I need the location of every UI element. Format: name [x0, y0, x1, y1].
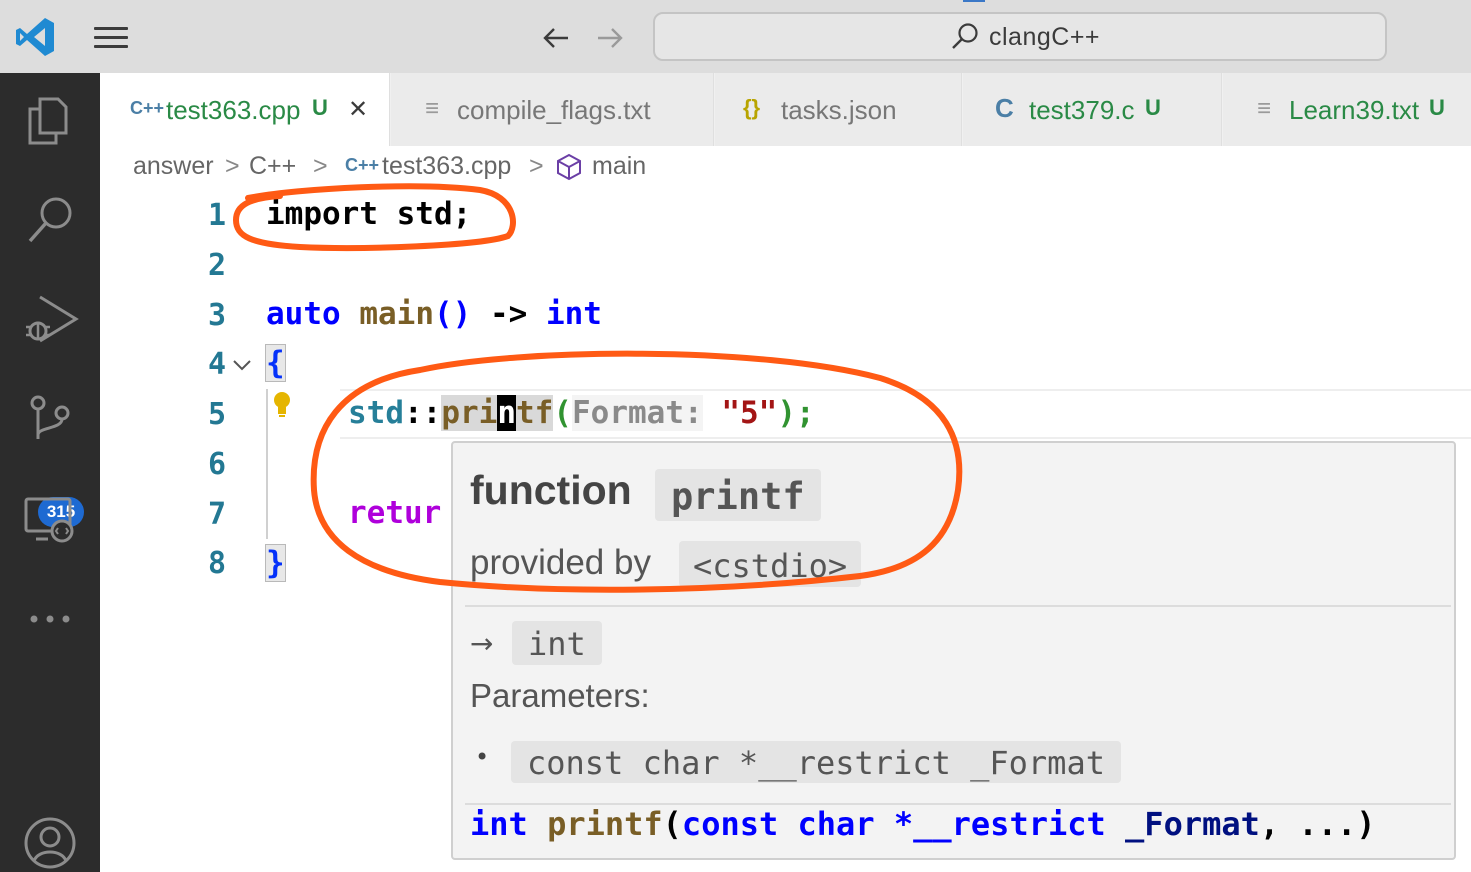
- account-icon[interactable]: [18, 811, 82, 872]
- tab-label: test363.cpp: [166, 95, 301, 125]
- code-line-7: retur: [348, 495, 442, 531]
- namespace: std: [348, 395, 404, 431]
- back-arrow-icon[interactable]: [536, 20, 576, 56]
- function-name: main: [359, 296, 434, 332]
- code-line-5: std::printf(Format: "5");: [348, 395, 815, 431]
- tab-test363-cpp[interactable]: C++ test363.cpp U ✕: [100, 73, 390, 146]
- string-literal: "5": [721, 395, 778, 431]
- tab-compile-flags-txt[interactable]: ≡ compile_flags.txt: [391, 73, 714, 146]
- line-number: 6: [207, 447, 226, 482]
- printf-part-b: tf: [516, 395, 554, 431]
- hover-divider: [465, 605, 1451, 607]
- line-number: 8: [207, 546, 226, 581]
- scope-operator: ::: [404, 395, 442, 431]
- hover-params-label: Parameters:: [470, 677, 650, 714]
- breadcrumb-item-file[interactable]: test363.cpp: [382, 152, 511, 181]
- param-bullet: •: [475, 743, 490, 771]
- lightbulb-icon[interactable]: [270, 390, 294, 420]
- sig-open-paren: (: [662, 805, 682, 843]
- fold-chevron-icon[interactable]: [232, 358, 252, 372]
- untracked-status: U: [1145, 95, 1161, 120]
- tab-label: test379.c: [1029, 95, 1135, 125]
- sig-function-name: printf: [547, 805, 663, 843]
- cpp-file-icon: C++: [130, 98, 165, 118]
- indent-guide: [266, 389, 268, 539]
- text-cursor: n: [497, 395, 516, 431]
- tab-label: compile_flags.txt: [457, 95, 651, 125]
- tab-test379-c[interactable]: C test379.c U: [963, 73, 1222, 146]
- sig-const: const: [681, 805, 779, 843]
- breadcrumb-separator: >: [529, 152, 544, 180]
- hover-provided-by: <cstdio>: [679, 541, 862, 587]
- search-icon: [952, 23, 978, 49]
- remote-explorer-icon[interactable]: [18, 487, 82, 551]
- symbol-method-icon: [557, 153, 581, 181]
- keyword-import: import: [266, 196, 378, 232]
- more-icon[interactable]: [18, 587, 82, 651]
- line-number: 4: [207, 347, 226, 382]
- forward-arrow-icon[interactable]: [590, 20, 630, 56]
- sig-arg: _Format: [1125, 805, 1260, 843]
- hover-signature: int printf(const char *__restrict _Forma…: [470, 805, 1375, 843]
- tab-learn39-txt[interactable]: ≡ Learn39.txt U: [1223, 73, 1471, 146]
- breadcrumb-separator: >: [225, 152, 240, 180]
- paren: (): [433, 296, 472, 332]
- tab-label: Learn39.txt: [1289, 95, 1420, 125]
- untracked-status: U: [1429, 95, 1445, 120]
- line-number: 1: [207, 198, 226, 233]
- vscode-logo-icon: [16, 18, 54, 56]
- sig-char: char: [797, 805, 875, 843]
- inlay-hint: Format:: [572, 395, 703, 431]
- c-file-icon: C: [995, 93, 1014, 123]
- close-brace: }: [265, 544, 286, 582]
- code-line-3: auto main() -> int: [266, 296, 602, 332]
- line-number: 7: [207, 497, 226, 532]
- title-bar: clangC++: [0, 0, 1471, 73]
- command-center-search[interactable]: clangC++: [653, 12, 1387, 61]
- line-number: 3: [207, 298, 226, 333]
- sig-restrict: *__restrict: [893, 805, 1106, 843]
- cpp-file-icon: C++: [345, 155, 380, 175]
- arrow: ->: [471, 296, 546, 332]
- hover-tooltip[interactable]: function printf provided by <cstdio> → i…: [451, 441, 1456, 860]
- tab-tasks-json[interactable]: {} tasks.json: [715, 73, 962, 146]
- code-line-1: import std;: [266, 196, 471, 232]
- line-number: 2: [207, 248, 226, 283]
- untracked-status: U: [312, 95, 328, 120]
- tab-label: tasks.json: [781, 95, 897, 125]
- text-file-icon: ≡: [1257, 95, 1272, 122]
- keyword-auto: auto: [266, 296, 341, 332]
- module-name: std;: [377, 196, 472, 232]
- return-type: int: [545, 296, 602, 332]
- hover-kind: function: [470, 467, 632, 513]
- close-icon[interactable]: ✕: [348, 95, 368, 124]
- title-bar-indicator: [963, 0, 985, 2]
- files-icon[interactable]: [18, 87, 82, 151]
- hover-param: const char *__restrict _Format: [511, 741, 1121, 783]
- breadcrumb-item-answer[interactable]: answer: [133, 152, 214, 181]
- printf-part-a: pri: [441, 395, 498, 431]
- close-paren: );: [777, 395, 815, 431]
- editor-tab-bar: C++ test363.cpp U ✕ ≡ compile_flags.txt …: [100, 73, 1471, 146]
- breadcrumb-separator: >: [313, 152, 328, 180]
- sig-return-type: int: [470, 805, 528, 843]
- text-file-icon: ≡: [425, 95, 440, 122]
- command-center-label: clangC++: [989, 23, 1101, 51]
- returns-arrow-icon: →: [470, 627, 494, 660]
- line-number: 5: [207, 397, 226, 432]
- hover-return-type: int: [512, 621, 602, 665]
- source-control-icon[interactable]: [18, 387, 82, 451]
- sig-rest: , ...): [1259, 805, 1376, 843]
- activity-bar: 315: [0, 73, 100, 872]
- hover-provided-by-label: provided by: [470, 543, 651, 582]
- menu-icon[interactable]: [92, 24, 132, 52]
- open-paren: (: [553, 395, 572, 431]
- run-debug-icon[interactable]: [18, 287, 82, 351]
- open-brace: {: [265, 344, 286, 382]
- hover-name: printf: [655, 469, 821, 521]
- search-icon[interactable]: [18, 187, 82, 251]
- json-file-icon: {}: [743, 95, 761, 120]
- breadcrumb-item-main[interactable]: main: [592, 152, 646, 181]
- breadcrumb-item-cpp[interactable]: C++: [249, 152, 296, 181]
